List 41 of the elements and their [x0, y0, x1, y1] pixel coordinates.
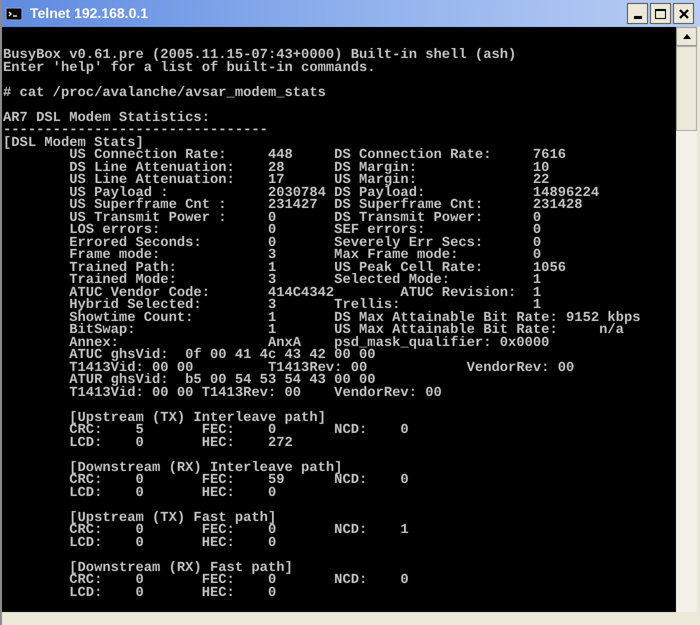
- up-arrow-icon: [682, 34, 690, 39]
- console-line: Enter 'help' for a list of built-in commands.: [3, 62, 376, 75]
- console-line: [DSL Modem Stats]: [3, 138, 144, 150]
- console-line: Trained Mode: 3 Selected Mode: 1: [68, 275, 542, 288]
- close-icon: [678, 8, 688, 18]
- console-line: ATUC ghsVid: 0f 00 41 4c 43 42 00 00: [68, 350, 376, 362]
- console-line: CRC: 5 FEC: 0 NCD: 0: [68, 425, 409, 438]
- console-line: ATUR ghsVid: b5 00 54 53 54 43 00 00: [68, 375, 376, 388]
- console-line: [Downstream (RX) Fast path]: [68, 562, 293, 575]
- console-line: [Upstream (TX) Fast path]: [68, 512, 276, 525]
- console-line: CRC: 0 FEC: 0 NCD: 0: [68, 575, 409, 588]
- console-line: [Upstream (TX) Interleave path]: [68, 412, 326, 425]
- console-line: LOS errors: 0 SEF errors: 0: [68, 225, 542, 238]
- scrollbar-thumb[interactable]: [676, 46, 697, 131]
- console-line: LCD: 0 HEC: 0: [68, 588, 276, 600]
- console-line: BusyBox v0.61.pre (2005.11.15-07:43+0000) Built-in shell (ash): [3, 50, 516, 62]
- close-button[interactable]: [673, 3, 694, 24]
- console-line: LCD: 0 HEC: 272: [68, 438, 293, 450]
- console-line: --------------------------------: [3, 125, 268, 138]
- console-line: US Payload : 2030784 DS Payload: 14896224: [68, 188, 600, 200]
- minimize-icon: [634, 16, 642, 19]
- scroll-up-button[interactable]: [676, 27, 697, 46]
- console-line: US Superframe Cnt : 231427 DS Superframe Cnt: 231428: [68, 200, 583, 212]
- console-line: AR7 DSL Modem Statistics:: [3, 112, 210, 125]
- console-line: LCD: 0 HEC: 0: [68, 538, 276, 550]
- minimize-button[interactable]: [627, 3, 648, 24]
- console-line: LCD: 0 HEC: 0: [68, 488, 276, 500]
- console-line: US Connection Rate: 448 DS Connection Rate: 7616: [68, 150, 566, 162]
- console-line: CRC: 0 FEC: 59 NCD: 0: [68, 475, 409, 488]
- console-line: T1413Vid: 00 00 T1413Rev: 00 VendorRev: 00: [68, 388, 442, 400]
- console-line: Hybrid Selected: 3 Trellis: 1: [68, 300, 542, 312]
- console-line: US Line Attenuation: 17 US Margin: 22: [68, 175, 550, 188]
- console-line: Frame mode: 3 Max Frame mode: 0: [68, 250, 542, 262]
- console-line: [Downstream (RX) Interleave path]: [68, 462, 342, 475]
- maximize-icon: [655, 8, 666, 18]
- console-icon: [6, 8, 22, 20]
- maximize-button[interactable]: [650, 3, 671, 24]
- console-line: # cat /proc/avalanche/avsar_modem_stats: [3, 88, 326, 100]
- console-line: US Transmit Power : 0 DS Transmit Power: 0: [68, 212, 542, 225]
- console-line: CRC: 0 FEC: 0 NCD: 1: [68, 525, 409, 538]
- window-title: Telnet 192.168.0.1: [30, 4, 150, 23]
